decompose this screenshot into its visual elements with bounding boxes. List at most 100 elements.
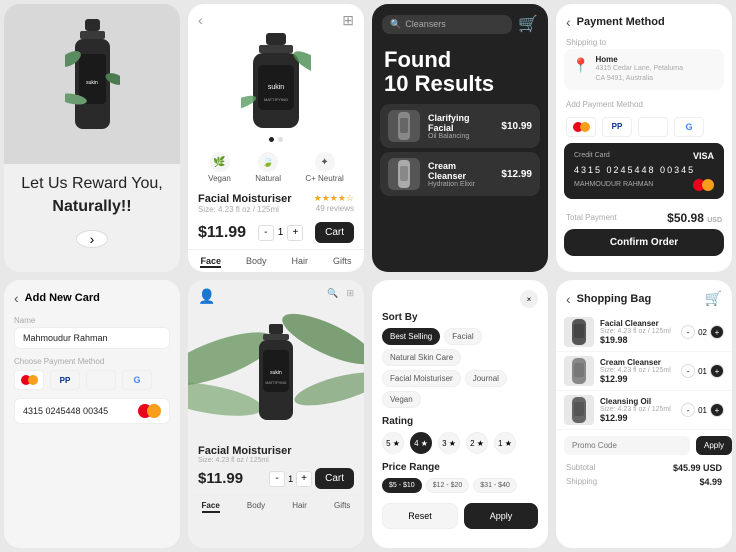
payment-back-btn[interactable]: ‹ (566, 14, 571, 30)
hero-tagline-bold: Naturally!! (52, 198, 131, 215)
total-currency: USD (707, 217, 722, 224)
add-card-google[interactable]: G (122, 370, 152, 390)
card-holder: MAHMOUDUR RAHMAN (574, 181, 653, 188)
bag-qty-minus-3[interactable]: - (681, 403, 695, 417)
chip-facial-moisturiser[interactable]: Facial Moisturiser (382, 370, 461, 387)
product-grid-btn[interactable]: ⊞ (342, 12, 354, 29)
promo-code-input[interactable] (564, 436, 690, 455)
rating-1[interactable]: 1 ★ (494, 432, 516, 454)
bag-sub-1: Size: 4.23 fl oz / 125ml (600, 328, 675, 335)
mastercard-small-icon (138, 404, 161, 418)
chip-natural-skin-care[interactable]: Natural Skin Care (382, 349, 461, 366)
nav-body[interactable]: Body (246, 256, 267, 268)
product2-nav-body[interactable]: Body (247, 501, 265, 513)
nav-hair[interactable]: Hair (291, 256, 308, 268)
tag-vegan: 🌿 Vegan (208, 152, 231, 183)
add-card-apple[interactable] (86, 370, 116, 390)
chip-vegan[interactable]: Vegan (382, 391, 421, 408)
rating-3[interactable]: 3 ★ (438, 432, 460, 454)
bag-item-3[interactable]: Cleansing Oil Size: 4.23 fl oz / 125ml $… (556, 391, 732, 430)
apple-pay-icon[interactable] (638, 117, 668, 137)
add-card-mastercard[interactable] (14, 370, 44, 390)
sort-chips: Best Selling Facial Natural Skin Care Fa… (382, 328, 538, 408)
rating-4[interactable]: 4 ★ (410, 432, 432, 454)
product-bottle-detail: sukin MATTIFYING (241, 33, 311, 133)
payment-header: ‹ Payment Method (556, 4, 732, 36)
price-options: $5 - $10 $12 - $20 $31 - $40 (382, 478, 538, 493)
product2-nav-gifts[interactable]: Gifts (334, 501, 350, 513)
mastercard-icon[interactable] (566, 117, 596, 137)
bag-qty-minus-2[interactable]: - (681, 364, 695, 378)
hero-arrow-button[interactable]: › (76, 230, 108, 248)
search-icon-2[interactable]: 🔍 (327, 288, 338, 305)
product2-qty-minus[interactable]: - (269, 471, 285, 487)
qty-minus[interactable]: - (258, 225, 274, 241)
add-card-paypal[interactable]: PP (50, 370, 80, 390)
price-31-40[interactable]: $31 - $40 (473, 478, 517, 493)
total-amount-value: $50.98 (667, 211, 704, 225)
product-bottle-hero: sukin (65, 19, 120, 149)
bag-item-2[interactable]: Cream Cleanser Size: 4.23 fl oz / 125ml … (556, 352, 732, 391)
google-pay-icon[interactable]: G (674, 117, 704, 137)
search-results-dark-panel: 🔍 Cleansers 🛒 Found 10 Results Clarifyin… (372, 4, 548, 272)
confirm-order-button[interactable]: Confirm Order (564, 229, 724, 256)
promo-row: Apply (556, 430, 732, 461)
svg-text:sukin: sukin (86, 80, 98, 86)
apply-promo-button[interactable]: Apply (696, 436, 732, 455)
rating-5[interactable]: 5 ★ (382, 432, 404, 454)
rating-2[interactable]: 2 ★ (466, 432, 488, 454)
card-number-field[interactable]: 4315 0245448 00345 (14, 398, 170, 424)
product2-nav-hair[interactable]: Hair (292, 501, 307, 513)
svg-text:MATTIFYING: MATTIFYING (264, 97, 288, 102)
nav-gifts[interactable]: Gifts (333, 256, 352, 268)
price-5-10[interactable]: $5 - $10 (382, 478, 422, 493)
filter-close-area: × (382, 290, 538, 308)
name-field-input[interactable] (14, 327, 170, 349)
product2-qty-plus[interactable]: + (296, 471, 312, 487)
product2-cart-btn[interactable]: Cart (315, 468, 354, 489)
shipping-box: 📍 Home 4315 Cedar Lane, PetalumaCA 9491,… (564, 49, 724, 90)
apply-filter-button[interactable]: Apply (464, 503, 538, 529)
product-nature-panel: 👤 🔍 ⊞ sukin MATTIFYING (188, 280, 364, 548)
product-back-btn[interactable]: ‹ (198, 12, 203, 29)
bag-qty-plus-3[interactable]: + (710, 403, 724, 417)
bag-back-btn[interactable]: ‹ (566, 291, 571, 307)
bag-qty-plus-1[interactable]: + (710, 325, 724, 339)
shipping-address: 4315 Cedar Lane, PetalumaCA 9491, Austra… (595, 64, 683, 84)
shopping-bag-panel: ‹ Shopping Bag 🛒 Facial Cleanser Size: 4… (556, 280, 732, 548)
product-name: Facial Moisturiser (198, 193, 292, 205)
bag-qty-minus-1[interactable]: - (681, 325, 695, 339)
shopping-cart-icon[interactable]: 🛒 (518, 14, 538, 34)
qty-plus[interactable]: + (287, 225, 303, 241)
chip-facial[interactable]: Facial (444, 328, 481, 345)
close-icon: × (527, 295, 532, 304)
product2-price: $11.99 (198, 470, 243, 487)
grid-icon[interactable]: ⊞ (346, 288, 354, 305)
dot-2 (278, 137, 283, 142)
bag-item-1[interactable]: Facial Cleanser Size: 4.23 fl oz / 125ml… (556, 313, 732, 352)
bag-img-2 (564, 356, 594, 386)
product2-nav-face[interactable]: Face (202, 501, 220, 513)
chip-best-selling[interactable]: Best Selling (382, 328, 440, 345)
bag-qty-val-3: 01 (698, 406, 707, 415)
add-card-back-btn[interactable]: ‹ (14, 290, 19, 306)
paypal-icon[interactable]: PP (602, 117, 632, 137)
result-img-1 (388, 110, 420, 142)
close-filter-button[interactable]: × (520, 290, 538, 308)
nav-face[interactable]: Face (200, 256, 221, 268)
result-img-2 (388, 158, 420, 190)
result-item-1[interactable]: Clarifying Facial Oil Balancing $10.99 (380, 104, 540, 148)
bag-cart-icon[interactable]: 🛒 (705, 290, 722, 307)
price-12-20[interactable]: $12 - $20 (426, 478, 470, 493)
search-bar[interactable]: 🔍 Cleansers (382, 15, 512, 34)
bag-header: ‹ Shopping Bag 🛒 (556, 280, 732, 313)
profile-icon[interactable]: 👤 (198, 288, 215, 305)
bag-name-1: Facial Cleanser (600, 319, 675, 328)
bag-qty-plus-2[interactable]: + (710, 364, 724, 378)
reset-filter-button[interactable]: Reset (382, 503, 458, 529)
result-item-2[interactable]: Cream Cleanser Hydration Elixir $12.99 (380, 152, 540, 196)
chip-journal[interactable]: Journal (465, 370, 507, 387)
choose-payment-label: Choose Payment Method (14, 357, 170, 366)
hero-tagline: Let Us Reward You, Naturally!! (21, 173, 162, 218)
add-to-cart-button[interactable]: Cart (315, 222, 354, 243)
